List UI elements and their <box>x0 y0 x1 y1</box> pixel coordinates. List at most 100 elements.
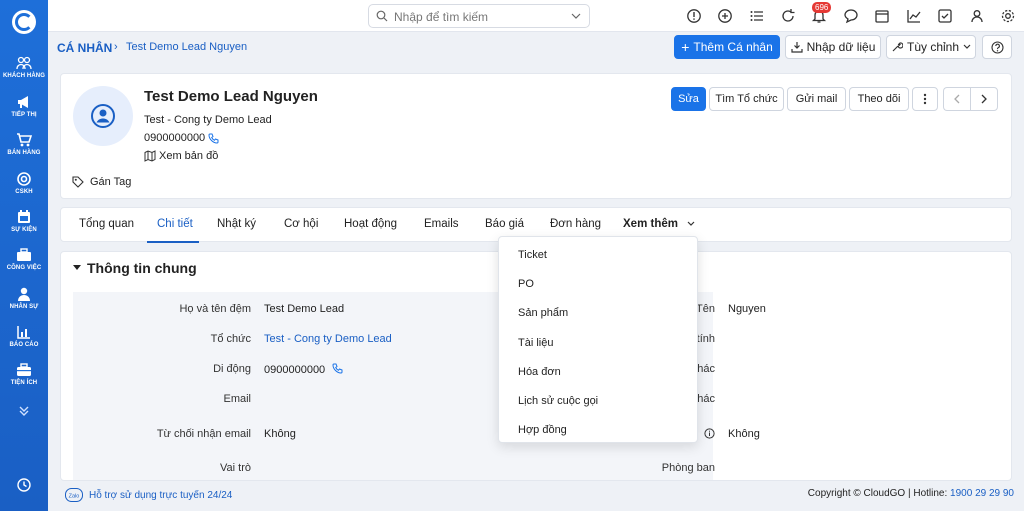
assign-tag[interactable]: Gán Tag <box>72 176 131 188</box>
customize-button[interactable]: Tùy chỉnh <box>886 35 976 59</box>
sidebar-item-utilities[interactable]: TIỆN ÍCH <box>0 362 48 386</box>
user-icon[interactable] <box>969 8 985 24</box>
find-organization-label: Tìm Tổ chức <box>715 93 778 105</box>
sidebar-item-customers[interactable]: KHÁCH HÀNG <box>0 55 48 79</box>
field-value-mobile[interactable]: 0900000000 <box>264 363 343 376</box>
edit-label: Sửa <box>678 93 699 105</box>
breadcrumb-module[interactable]: CÁ NHÂN <box>57 41 112 55</box>
sidebar-item-label: SỰ KIỆN <box>11 227 37 233</box>
prev-record-button[interactable] <box>943 87 970 111</box>
menu-item-ticket[interactable]: Ticket <box>518 249 547 261</box>
field-label-role: Vai trò <box>220 462 251 474</box>
support-link[interactable]: Zalo Hỗ trợ sử dụng trực tuyến 24/24 <box>65 488 232 502</box>
field-label-gender: tính <box>696 333 715 345</box>
add-circle-icon[interactable] <box>717 8 733 24</box>
sidebar-item-marketing[interactable]: TIẾP THỊ <box>0 94 48 118</box>
more-tabs-dropdown: Ticket PO Sản phẩm Tài liệu Hóa đơn Lịch… <box>498 236 698 443</box>
zalo-icon: Zalo <box>65 488 83 502</box>
help-icon <box>990 40 1004 54</box>
chevron-down-icon <box>571 13 581 19</box>
sidebar-item-label: NHÂN SỰ <box>9 304 39 310</box>
edit-button[interactable]: Sửa <box>671 87 706 111</box>
menu-item-call-history[interactable]: Lịch sử cuộc gọi <box>518 395 598 407</box>
profile-phone-text: 0900000000 <box>144 132 206 144</box>
view-map-label: Xem bản đồ <box>159 150 219 162</box>
tab-orders[interactable]: Đơn hàng <box>550 218 601 230</box>
field-value-opt-out-call[interactable]: Không <box>728 428 760 440</box>
checkbox-icon[interactable] <box>937 8 953 24</box>
field-label-other-1: hác <box>697 363 715 375</box>
sidebar-item-events[interactable]: SỰ KIỆN <box>0 209 48 233</box>
find-organization-button[interactable]: Tìm Tổ chức <box>709 87 784 111</box>
send-mail-button[interactable]: Gửi mail <box>787 87 846 111</box>
follow-button[interactable]: Theo dõi <box>849 87 909 111</box>
wrench-icon <box>892 42 903 52</box>
global-search[interactable]: Nhập để tìm kiếm <box>368 4 590 28</box>
section-toggle[interactable]: Thông tin chung <box>73 260 197 276</box>
tab-details[interactable]: Chi tiết <box>157 218 193 230</box>
search-input[interactable]: Nhập để tìm kiếm <box>394 10 488 24</box>
profile-phone[interactable]: 0900000000 <box>144 132 219 144</box>
kebab-icon <box>923 93 927 105</box>
import-button[interactable]: Nhập dữ liệu <box>785 35 881 59</box>
phone-icon[interactable] <box>332 363 343 374</box>
sidebar-item-hr[interactable]: NHÂN SỰ <box>0 286 48 310</box>
menu-item-invoices[interactable]: Hóa đơn <box>518 366 561 378</box>
briefcase-icon <box>17 248 31 261</box>
tab-quotes[interactable]: Báo giá <box>485 218 524 230</box>
field-label-organization: Tổ chức <box>210 333 251 345</box>
sidebar-clock[interactable] <box>0 477 48 493</box>
chevron-right-icon: › <box>114 41 118 53</box>
hotline-number[interactable]: 1900 29 29 90 <box>950 488 1014 499</box>
user-circle-icon <box>91 104 115 128</box>
assign-tag-label: Gán Tag <box>90 176 132 188</box>
more-actions-button[interactable] <box>912 87 938 111</box>
refresh-icon[interactable] <box>780 8 796 24</box>
next-record-button[interactable] <box>970 87 998 111</box>
chevron-down-icon <box>687 221 695 226</box>
sidebar-item-sales[interactable]: BÁN HÀNG <box>0 132 48 156</box>
caret-down-icon <box>73 265 81 270</box>
menu-item-documents[interactable]: Tài liệu <box>518 337 553 349</box>
info-icon[interactable] <box>686 8 702 24</box>
tab-log[interactable]: Nhật ký <box>217 218 256 230</box>
sidebar-item-label: BÁN HÀNG <box>7 150 41 156</box>
tab-opportunities[interactable]: Cơ hội <box>284 218 318 230</box>
report-icon <box>17 326 30 339</box>
sidebar-item-tasks[interactable]: CÔNG VIỆC <box>0 247 48 271</box>
cloudgo-logo[interactable] <box>12 10 36 34</box>
sidebar-item-reports[interactable]: BÁO CÁO <box>0 324 48 348</box>
field-label-middle-name: Họ và tên đệm <box>179 303 251 315</box>
field-label-other-2: hác <box>697 393 715 405</box>
list-icon[interactable] <box>749 8 765 24</box>
tab-more[interactable]: Xem thêm <box>623 218 695 230</box>
menu-item-po[interactable]: PO <box>518 278 534 290</box>
add-person-button[interactable]: + Thêm Cá nhân <box>674 35 780 59</box>
breadcrumb-record: Test Demo Lead Nguyen <box>126 41 248 53</box>
tab-overview[interactable]: Tổng quan <box>79 218 134 230</box>
tab-emails[interactable]: Emails <box>424 218 459 230</box>
info-icon[interactable] <box>704 428 715 439</box>
field-value-email-opt-out[interactable]: Không <box>264 428 296 440</box>
field-value-first-name[interactable]: Nguyen <box>728 303 766 315</box>
help-button[interactable] <box>982 35 1012 59</box>
toolbox-icon <box>17 363 31 376</box>
avatar <box>73 86 133 146</box>
gear-icon[interactable] <box>1000 8 1016 24</box>
tab-activities[interactable]: Hoạt động <box>344 218 397 230</box>
menu-item-contracts[interactable]: Hợp đồng <box>518 424 567 436</box>
sidebar-item-support[interactable]: CSKH <box>0 171 48 195</box>
profile-subtitle-text: Test - Cong ty Demo Lead <box>144 114 272 126</box>
calendar-icon[interactable] <box>874 8 890 24</box>
sidebar-item-label: CSKH <box>15 189 33 195</box>
field-value-organization[interactable]: Test - Cong ty Demo Lead <box>264 333 392 345</box>
topbar: Nhập để tìm kiếm 696 <box>48 0 1024 32</box>
view-map-link[interactable]: Xem bản đồ <box>144 150 218 162</box>
menu-item-products[interactable]: Sản phẩm <box>518 307 568 319</box>
chat-icon[interactable] <box>843 8 859 24</box>
field-value-middle-name[interactable]: Test Demo Lead <box>264 303 344 315</box>
phone-icon[interactable] <box>208 133 219 144</box>
chart-icon[interactable] <box>906 8 922 24</box>
person-icon <box>18 287 30 301</box>
sidebar-expand[interactable] <box>0 404 48 418</box>
